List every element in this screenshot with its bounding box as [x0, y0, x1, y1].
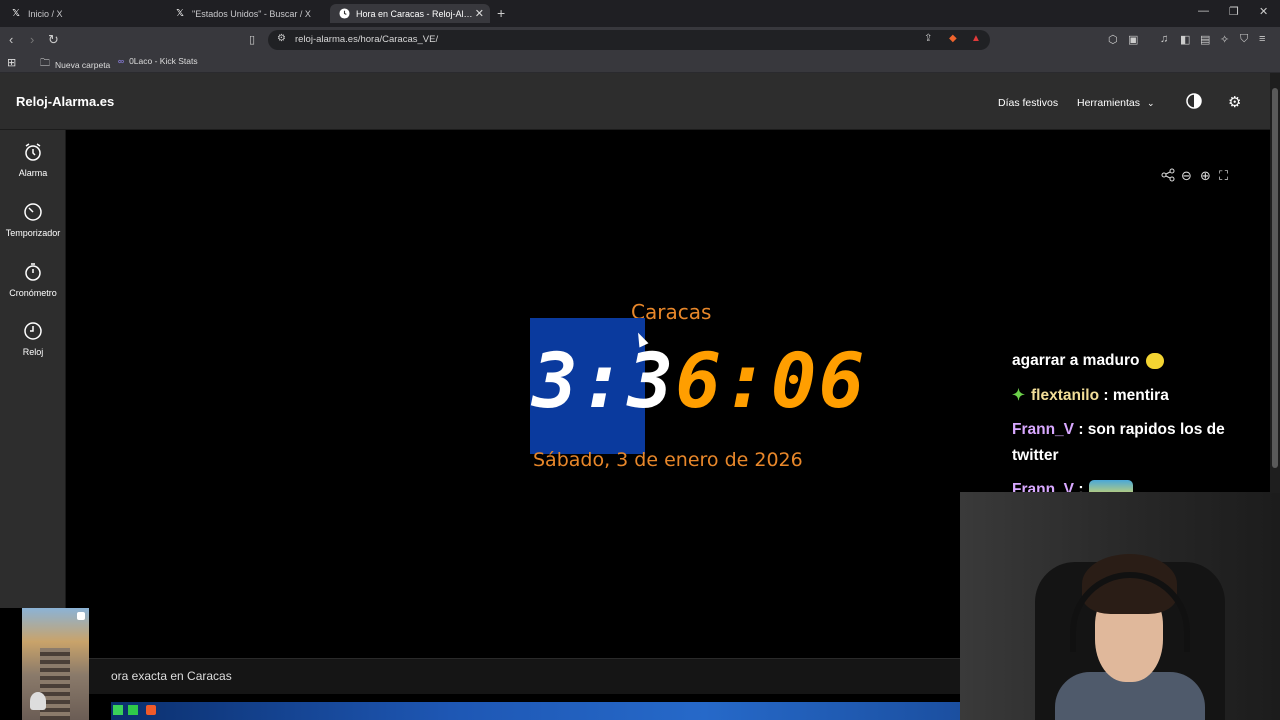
zoom-in-icon[interactable]: ⊕ [1200, 168, 1211, 184]
alarm-clock-icon [23, 142, 43, 162]
emote-icon [1145, 352, 1164, 369]
clock-time-selected: 3:3 [532, 336, 676, 425]
sidebar: Alarma Temporizador Cronómetro Reloj [0, 130, 66, 608]
game-character [30, 692, 46, 710]
sidebar-item-alarma[interactable]: Alarma [0, 142, 66, 178]
bookmark-kick-stats[interactable]: ∞ 0Laco - Kick Stats [118, 56, 198, 66]
tab-label: Inicio / X [28, 8, 63, 19]
browser-tab-bar: 𝕏 Inicio / X 𝕏 "Estados Unidos" - Buscar… [0, 0, 1280, 27]
sidebar-label: Cronómetro [9, 288, 57, 298]
clock-favicon-icon [338, 8, 350, 20]
theme-toggle-icon[interactable] [1186, 93, 1202, 113]
brave-rewards-icon[interactable]: ▲ [971, 33, 981, 44]
bookmark-nueva-carpeta[interactable]: 🗀 Nueva carpeta [40, 56, 110, 73]
nav-dias-festivos[interactable]: Días festivos [998, 97, 1058, 109]
chat-text: mentira [1112, 386, 1169, 404]
restore-button[interactable]: ❐ [1229, 5, 1239, 18]
bookmarks-bar: ⊞ 🗀 Nueva carpeta ∞ 0Laco - Kick Stats [0, 53, 1280, 73]
gameplay-overlay [22, 608, 89, 720]
timer-icon [23, 202, 43, 222]
back-button[interactable]: ‹ [9, 32, 13, 47]
stream-chat: agarrar a maduro ✦ flextanilo : mentira F… [1012, 348, 1262, 512]
pause-icon [77, 612, 85, 620]
clock-time: 3:36:06 [532, 343, 866, 419]
bookmark-label: Nueva carpeta [55, 59, 111, 70]
nav-herramientas[interactable]: Herramientas ⌄ [1077, 97, 1155, 109]
extensions-icon[interactable]: ⬡ [1108, 33, 1118, 46]
leo-ai-icon[interactable]: ✧ [1220, 33, 1229, 46]
close-tab-icon[interactable]: ✕ [475, 7, 484, 20]
forward-button[interactable]: › [30, 32, 34, 47]
x-logo-icon: 𝕏 [11, 8, 21, 19]
url-text: reloj-alarma.es/hora/Caracas_VE/ [295, 34, 439, 45]
minimize-button[interactable]: — [1198, 5, 1209, 17]
folder-icon: 🗀 [40, 58, 50, 69]
chat-message: Frann_V : son rapidos los de twitter [1012, 421, 1225, 464]
share-icon[interactable]: ⇪ [924, 33, 932, 44]
apps-grid-icon[interactable]: ⊞ [7, 56, 16, 69]
chat-username: flextanilo [1031, 386, 1100, 404]
site-logo[interactable]: Reloj-Alarma.es [16, 94, 114, 109]
vpn-icon[interactable]: ⛉ [1240, 33, 1248, 46]
wallet-icon[interactable]: ▤ [1200, 33, 1210, 46]
reader-icon[interactable]: ▣ [1128, 33, 1138, 46]
chat-message: agarrar a maduro [1012, 348, 1262, 374]
media-icon[interactable]: ♫ [1160, 33, 1168, 45]
bookmark-label: 0Laco - Kick Stats [129, 56, 198, 66]
clock-date: Sábado, 3 de enero de 2026 [533, 449, 803, 471]
sidebar-item-cronometro[interactable]: Cronómetro [0, 262, 66, 298]
address-bar[interactable]: ⚙ reloj-alarma.es/hora/Caracas_VE/ ⇪ ◆ ▲ [268, 30, 990, 50]
taskbar-strip [111, 702, 960, 720]
sidebar-item-reloj[interactable]: Reloj [0, 321, 66, 357]
brave-shield-icon[interactable]: ◆ [949, 33, 957, 44]
settings-gear-icon[interactable]: ⚙ [1228, 93, 1241, 111]
browser-nav-bar: ‹ › ↻ ▯ ⚙ reloj-alarma.es/hora/Caracas_V… [0, 27, 1280, 53]
bookmark-icon[interactable]: ▯ [249, 33, 255, 46]
close-window-button[interactable]: ✕ [1259, 5, 1268, 18]
clock-icon [23, 321, 43, 341]
webcam-overlay [960, 492, 1280, 720]
new-tab-button[interactable]: + [497, 5, 505, 21]
stopwatch-icon [23, 262, 43, 282]
site-info-icon[interactable]: ⚙ [277, 33, 286, 44]
chat-username: Frann_V [1012, 421, 1075, 439]
kick-icon: ∞ [118, 56, 125, 66]
chat-message: ✦ flextanilo : mentira [1012, 386, 1169, 404]
sidebar-item-temporizador[interactable]: Temporizador [0, 202, 66, 238]
menu-icon[interactable]: ≡ [1259, 33, 1265, 45]
kick-app-icon[interactable] [128, 705, 138, 715]
share-icon[interactable] [1161, 168, 1175, 185]
page-scrollbar[interactable] [1270, 73, 1280, 493]
sidebar-label: Alarma [18, 168, 48, 178]
tab-hora-caracas[interactable]: Hora en Caracas - Reloj-Alarma.es ✕ [330, 4, 490, 23]
zoom-out-icon[interactable]: ⊖ [1181, 168, 1192, 184]
brave-app-icon[interactable] [146, 705, 156, 715]
tab-inicio-x[interactable]: 𝕏 Inicio / X [2, 4, 162, 23]
clock-time-rest: 6:06 [675, 336, 867, 425]
app-icon[interactable] [113, 705, 123, 715]
section-heading: ora exacta en Caracas [111, 669, 232, 683]
tab-label: "Estados Unidos" - Buscar / X [192, 8, 311, 19]
fullscreen-icon[interactable]: ⛶ [1219, 168, 1228, 184]
tab-label: Hora en Caracas - Reloj-Alarma.es [356, 8, 476, 19]
chevron-down-icon: ⌄ [1146, 98, 1155, 108]
chat-text: agarrar a maduro [1012, 352, 1140, 369]
site-header: Reloj-Alarma.es Días festivos Herramient… [0, 73, 1270, 130]
sidebar-label: Reloj [22, 347, 44, 357]
nav-herramientas-label: Herramientas [1077, 97, 1141, 109]
reload-button[interactable]: ↻ [48, 32, 59, 48]
sidebar-label: Temporizador [5, 228, 61, 238]
scrollbar-thumb[interactable] [1272, 88, 1278, 468]
sidebar-icon[interactable]: ◧ [1180, 33, 1190, 46]
sparkle-badge-icon: ✦ [1012, 386, 1025, 404]
tab-buscar-x[interactable]: 𝕏 "Estados Unidos" - Buscar / X [166, 4, 326, 23]
x-logo-icon: 𝕏 [175, 8, 185, 19]
